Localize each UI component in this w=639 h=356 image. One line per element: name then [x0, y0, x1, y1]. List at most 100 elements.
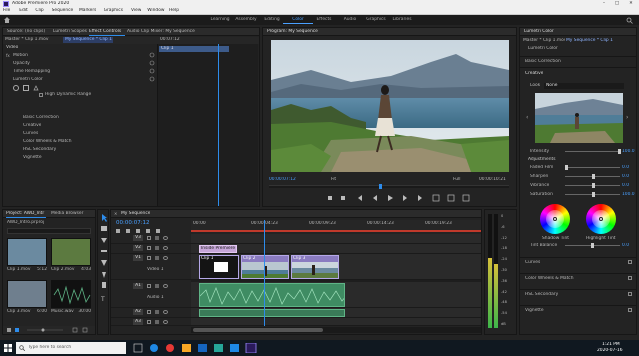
menu-help[interactable]: Help	[169, 8, 179, 14]
track-lock-icon[interactable]	[147, 256, 151, 260]
section-toggle-checkbox-1[interactable]	[628, 276, 632, 280]
pen-mask-icon[interactable]	[33, 85, 39, 91]
adjustments-header[interactable]: Adjustments	[528, 157, 556, 163]
adjustment-slider-1[interactable]	[565, 174, 620, 179]
lumetri-tab[interactable]: Lumetri Color	[524, 29, 554, 35]
timeline-scroll-thumb[interactable]	[193, 328, 323, 332]
lumetri-creative-header[interactable]: Creative	[525, 71, 543, 77]
video-clip-1[interactable]: Clip 1	[199, 255, 239, 279]
program-scrub-bar[interactable]	[269, 184, 509, 189]
ellipse-mask-icon[interactable]	[13, 85, 19, 91]
highlight-tint-wheel[interactable]	[586, 204, 616, 234]
ec-effect-time-remap[interactable]: Time Remapping	[13, 69, 50, 75]
track-target-label[interactable]: V3	[133, 235, 143, 241]
source-clip-label[interactable]: Master * Clip 1.mov	[5, 37, 51, 43]
tint-balance-slider[interactable]	[565, 243, 620, 248]
workspace-libraries[interactable]: Libraries	[387, 17, 417, 23]
track-eye-icon[interactable]	[163, 256, 168, 260]
sequence-clip-label[interactable]: My Sequence * Clip 1	[63, 37, 113, 43]
taskbar-search-box[interactable]: Type here to search	[16, 342, 126, 354]
intensity-slider-thumb[interactable]	[618, 149, 621, 154]
minimize-button[interactable]: –	[598, 1, 610, 7]
adjustment-slider-thumb-1[interactable]	[592, 174, 595, 179]
timeline-scrollbar[interactable]	[191, 327, 481, 333]
adjustment-slider-thumb-2[interactable]	[592, 183, 595, 188]
adjustment-slider-thumb-0[interactable]	[565, 165, 568, 170]
track-lock-icon[interactable]	[147, 284, 151, 288]
project-item[interactable]: Clip 1.mov 5:12	[7, 238, 47, 276]
lumetri-basic-header[interactable]: Basic Correction	[525, 59, 561, 65]
track-header[interactable]: V2	[111, 244, 191, 254]
slider-value-3[interactable]: 100.0	[622, 192, 635, 198]
project-item[interactable]: Music.wav 30:00	[51, 280, 91, 318]
track-target-label[interactable]: A1	[133, 283, 143, 289]
program-timecode-left[interactable]: 00:00:07:12	[269, 177, 296, 183]
track-sync-icon[interactable]	[155, 320, 159, 324]
track-sync-icon[interactable]	[155, 246, 159, 250]
program-fit-select[interactable]: Fit	[331, 177, 336, 183]
program-playhead[interactable]	[379, 184, 382, 189]
project-item[interactable]: Clip 2.mov 4:03	[51, 238, 91, 276]
slider-value-0[interactable]: 0.0	[622, 165, 629, 171]
lumetri-section-0[interactable]: Curves	[525, 260, 540, 266]
search-icon[interactable]	[626, 17, 633, 24]
project-item[interactable]: Clip 3.mov 6:00	[7, 280, 47, 318]
close-sequence-icon[interactable]: ✕	[114, 211, 117, 216]
track-lock-icon[interactable]	[147, 310, 151, 314]
lumetri-seq-label[interactable]: My Sequence * Clip 1	[566, 38, 630, 44]
ec-sub-vignette[interactable]: Vignette	[23, 155, 42, 161]
maximize-button[interactable]: □	[611, 1, 623, 7]
adjustment-slider-2[interactable]	[565, 183, 620, 188]
lumetri-section-3[interactable]: Vignette	[525, 308, 544, 314]
timeline-playhead[interactable]	[264, 220, 265, 326]
track-sync-icon[interactable]	[155, 256, 159, 260]
menu-view[interactable]: View	[131, 8, 141, 14]
track-header[interactable]: A3	[111, 318, 191, 326]
track-sync-icon[interactable]	[155, 310, 159, 314]
menu-sequence[interactable]: Sequence	[52, 8, 74, 14]
track-sync-icon[interactable]	[155, 236, 159, 240]
ec-effect-motion[interactable]: Motion	[13, 53, 28, 59]
ec-sub-color-wheels[interactable]: Color Wheels & Match	[23, 139, 72, 145]
hdr-checkbox[interactable]	[39, 93, 43, 97]
slider-value-2[interactable]: 0.0	[622, 183, 629, 189]
timeline-timecode[interactable]: 00:00:07:12	[116, 220, 150, 227]
track-eye-icon[interactable]	[163, 284, 168, 288]
ec-effect-lumetri[interactable]: Lumetri Color	[13, 77, 43, 83]
track-eye-icon[interactable]	[163, 236, 168, 240]
tab-lumetri-scopes[interactable]: Lumetri Scopes	[53, 29, 89, 35]
track-target-label[interactable]: V2	[133, 245, 143, 251]
tab-source[interactable]: Source: (no clips)	[7, 29, 52, 35]
intensity-slider[interactable]	[565, 149, 621, 154]
menu-graphics[interactable]: Graphics	[104, 8, 123, 14]
tab-media-browser[interactable]: Media Browser	[51, 211, 91, 217]
audio-clip-2[interactable]	[199, 309, 345, 317]
windows-start-icon[interactable]	[4, 344, 12, 352]
clock-date[interactable]: 2020-07-16	[597, 348, 623, 354]
section-toggle-checkbox-2[interactable]	[628, 292, 632, 296]
track-target-label[interactable]: A3	[133, 319, 143, 325]
track-eye-icon[interactable]	[163, 310, 168, 314]
adjustment-slider-0[interactable]	[565, 165, 620, 170]
menu-markers[interactable]: Markers	[79, 8, 96, 14]
home-icon[interactable]	[4, 17, 10, 23]
ec-sub-curves[interactable]: Curves	[23, 131, 38, 137]
highlight-tint-crosshair-icon[interactable]	[599, 217, 603, 221]
track-lock-icon[interactable]	[147, 320, 151, 324]
ec-effect-opacity[interactable]: Opacity	[13, 61, 30, 67]
track-target-label[interactable]: A2	[133, 309, 143, 315]
ec-sub-hsl[interactable]: HSL Secondary	[23, 147, 56, 153]
track-header[interactable]: A2	[111, 308, 191, 318]
section-toggle-checkbox-3[interactable]	[628, 308, 632, 312]
menu-file[interactable]: File	[3, 8, 10, 14]
shadow-tint-wheel[interactable]	[540, 204, 570, 234]
menu-edit[interactable]: Edit	[19, 8, 28, 14]
audio-clip-1[interactable]	[199, 283, 345, 307]
track-lock-icon[interactable]	[147, 246, 151, 250]
video-clip-2[interactable]: Clip 2	[241, 255, 289, 279]
lumetri-section-1[interactable]: Color Wheels & Match	[525, 276, 574, 282]
lumetri-look-select[interactable]: None	[544, 83, 624, 89]
tint-balance-thumb[interactable]	[591, 243, 594, 248]
video-clip-3[interactable]: Clip 3	[291, 255, 339, 279]
track-target-label[interactable]: V1	[133, 255, 143, 261]
